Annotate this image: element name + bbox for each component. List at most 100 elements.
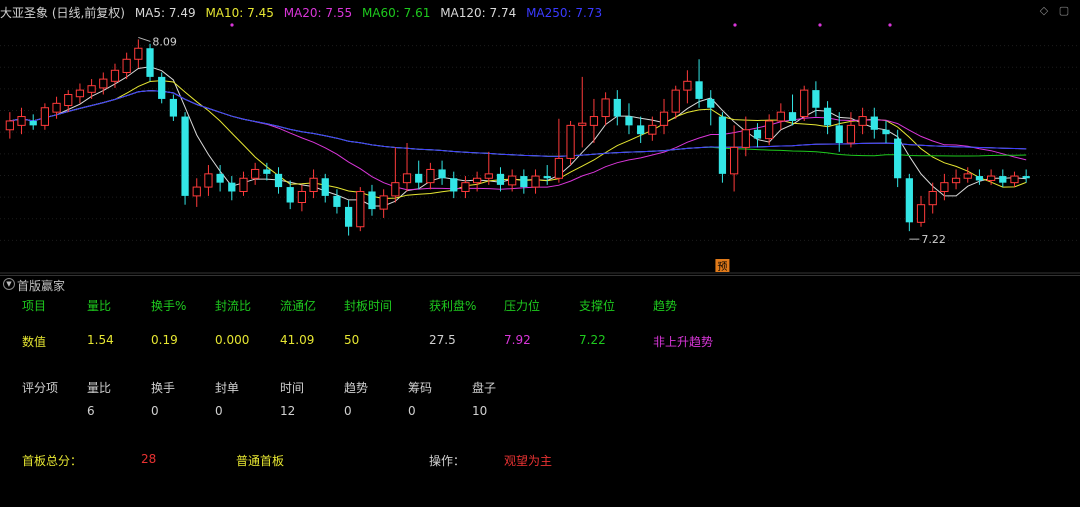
candle-body-down <box>812 90 820 108</box>
value-liutong: 41.09 <box>280 333 315 347</box>
kline-chart[interactable]: 8.09 7.22 预 大亚圣象 (日线,前复权) MA5: 7.49 MA10: … <box>0 0 1080 274</box>
candle-body-down <box>274 173 283 188</box>
candle-body-up <box>1010 175 1019 184</box>
candle-body-up <box>554 157 564 179</box>
candle-body-up <box>531 175 540 188</box>
candle-body-up <box>461 182 470 192</box>
header-liutong: 流通亿 <box>280 299 317 313</box>
panel-title: 首版赢家 <box>17 279 66 293</box>
candle-body-up <box>297 190 307 203</box>
candle-body-down <box>29 120 37 126</box>
candle-body-up <box>356 190 365 228</box>
ma5-label: MA5: 7.49 <box>134 6 196 20</box>
row2-label: 数值 <box>22 335 47 349</box>
candle-body-up <box>5 120 14 131</box>
candle-body-down <box>718 116 727 174</box>
candle-body-down <box>707 98 715 108</box>
candle-body-up <box>204 173 213 188</box>
candle-body-up <box>846 124 856 144</box>
candle-body-up <box>648 124 657 135</box>
collapse-icon[interactable]: ▼ <box>3 278 15 290</box>
candle-body-down <box>613 98 621 117</box>
candle-body-up <box>122 58 131 73</box>
candle-body-down <box>169 98 178 117</box>
operation-value: 观望为主 <box>504 454 553 468</box>
candle-body-up <box>426 168 435 184</box>
value-liangbi: 1.54 <box>87 333 114 347</box>
candle-body-up <box>776 111 785 122</box>
board-type-value: 普通首板 <box>236 454 285 468</box>
candle-body-down <box>894 138 902 179</box>
candle-body-down <box>835 125 843 143</box>
header-fengliubi: 封流比 <box>215 299 252 313</box>
header-huanshou: 换手% <box>151 299 187 313</box>
candle-body-down <box>344 206 353 227</box>
candle-body-up <box>800 89 809 118</box>
score-label: 评分项 <box>22 381 59 395</box>
total-score-value: 28 <box>141 452 157 466</box>
maximize-icon[interactable]: ▢ <box>1058 5 1070 17</box>
candle-body-up <box>741 129 750 148</box>
candle-body-down <box>975 176 984 181</box>
candle-body-down <box>158 76 166 99</box>
score-value-time: 12 <box>280 404 296 418</box>
total-score-label: 首板总分： <box>22 454 83 468</box>
candle-body-up <box>858 116 867 126</box>
low-label: 7.22 <box>921 233 946 246</box>
header-huolipan: 获利盘% <box>429 299 477 313</box>
candle-body-up <box>589 116 599 126</box>
candle-body-up <box>951 177 961 184</box>
candle-body-down <box>415 173 423 183</box>
stock-title: 大亚圣象 (日线,前复权) <box>0 6 125 20</box>
score-header-liangbi: 量比 <box>87 381 112 395</box>
value-fengban-time: 50 <box>344 333 360 347</box>
score-value-huanshou: 0 <box>151 404 159 418</box>
ma250-label: MA250: 7.73 <box>526 6 603 20</box>
candle-body-up <box>402 173 412 184</box>
candle-body-up <box>508 175 517 186</box>
candle-body-up <box>683 80 692 91</box>
candle-body-down <box>543 176 551 179</box>
candle-body-up <box>566 124 575 159</box>
candle-body-down <box>999 176 1007 183</box>
signal-dot <box>733 23 737 27</box>
candle-body-down <box>1022 176 1030 179</box>
candle-body-up <box>99 78 108 89</box>
ma60-label: MA60: 7.61 <box>361 6 431 20</box>
candle-body-up <box>986 175 996 181</box>
header-zhichengwei: 支撑位 <box>579 299 616 313</box>
score-value-liangbi: 6 <box>87 404 95 418</box>
candlestick-plot[interactable]: 8.09 7.22 预 <box>0 0 1080 274</box>
candle-body-down <box>368 191 376 210</box>
value-qushi: 非上升趋势 <box>653 335 714 349</box>
candle-body-up <box>765 120 774 140</box>
value-huolipan: 27.5 <box>429 333 456 347</box>
candle-body-down <box>333 195 341 207</box>
signal-dot <box>818 23 822 27</box>
candle-body-down <box>321 178 329 196</box>
score-value-qushi: 0 <box>344 404 352 418</box>
candle-body-down <box>870 116 878 130</box>
ma20-line <box>9 90 1027 191</box>
candle-body-up <box>251 168 260 179</box>
candle-body-down <box>637 125 645 135</box>
signal-dot <box>888 23 892 27</box>
candle-body-up <box>963 173 972 179</box>
score-value-chouma: 0 <box>408 404 416 418</box>
header-yaliwei: 压力位 <box>504 299 541 313</box>
expand-icon[interactable]: ◇ <box>1038 5 1050 17</box>
candle-body-up <box>239 177 248 192</box>
candle-body-up <box>40 107 50 126</box>
candle-body-up <box>192 186 201 197</box>
header-liangbi: 量比 <box>87 299 112 313</box>
candle-body-down <box>788 112 797 121</box>
chart-header: 大亚圣象 (日线,前复权) MA5: 7.49 MA10: 7.45 MA20:… <box>0 4 608 22</box>
score-header-chouma: 筹码 <box>408 381 433 395</box>
value-fengliubi: 0.000 <box>215 333 250 347</box>
forecast-marker-label: 预 <box>717 261 727 273</box>
candle-body-up <box>659 111 669 126</box>
candle-body-down <box>905 178 913 223</box>
candle-body-up <box>309 177 318 192</box>
panel-title-bar: ▼ 首版赢家 <box>0 275 1080 293</box>
high-label: 8.09 <box>152 35 177 48</box>
